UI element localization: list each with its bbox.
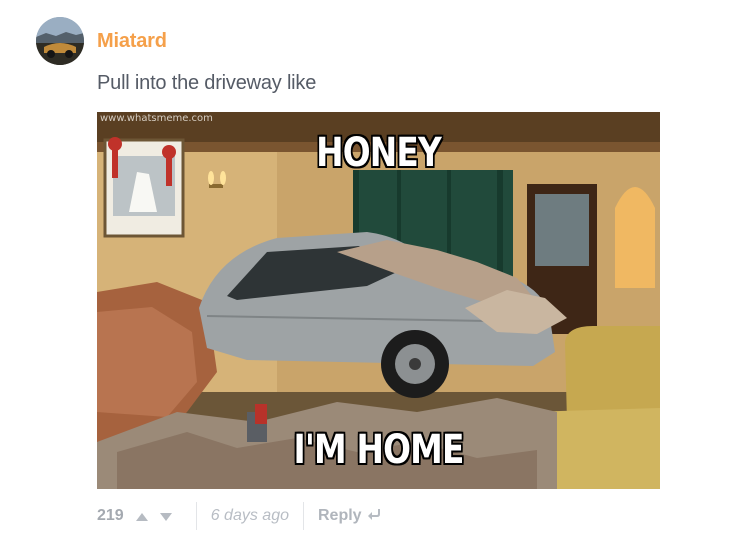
- comment-footer: 219 6 days ago Reply: [97, 502, 381, 530]
- meme-watermark: www.whatsmeme.com: [100, 113, 213, 124]
- triangle-down-icon: [159, 513, 172, 521]
- triangle-up-icon: [135, 513, 148, 521]
- meme-top-caption: HONEY: [316, 130, 442, 176]
- meme-bottom-caption: I'M HOME: [293, 427, 464, 473]
- reply-arrow-icon: [367, 507, 381, 525]
- meme-image[interactable]: www.whatsmeme.com HONEY I'M HOME: [97, 112, 660, 489]
- upvote-button[interactable]: [134, 510, 150, 522]
- vote-count: 219: [97, 507, 124, 524]
- reply-button[interactable]: Reply: [318, 507, 381, 525]
- author-name[interactable]: Miatard: [97, 30, 167, 53]
- avatar-image: [36, 17, 84, 65]
- comment-text: Pull into the driveway like: [97, 72, 317, 94]
- timestamp-link[interactable]: 6 days ago: [211, 507, 289, 525]
- avatar[interactable]: [36, 17, 84, 65]
- comment: Miatard Pull into the driveway like www.…: [0, 0, 739, 538]
- footer-divider: [195, 502, 197, 530]
- reply-label: Reply: [317, 507, 362, 524]
- downvote-button[interactable]: [158, 510, 174, 522]
- footer-divider: [302, 502, 304, 530]
